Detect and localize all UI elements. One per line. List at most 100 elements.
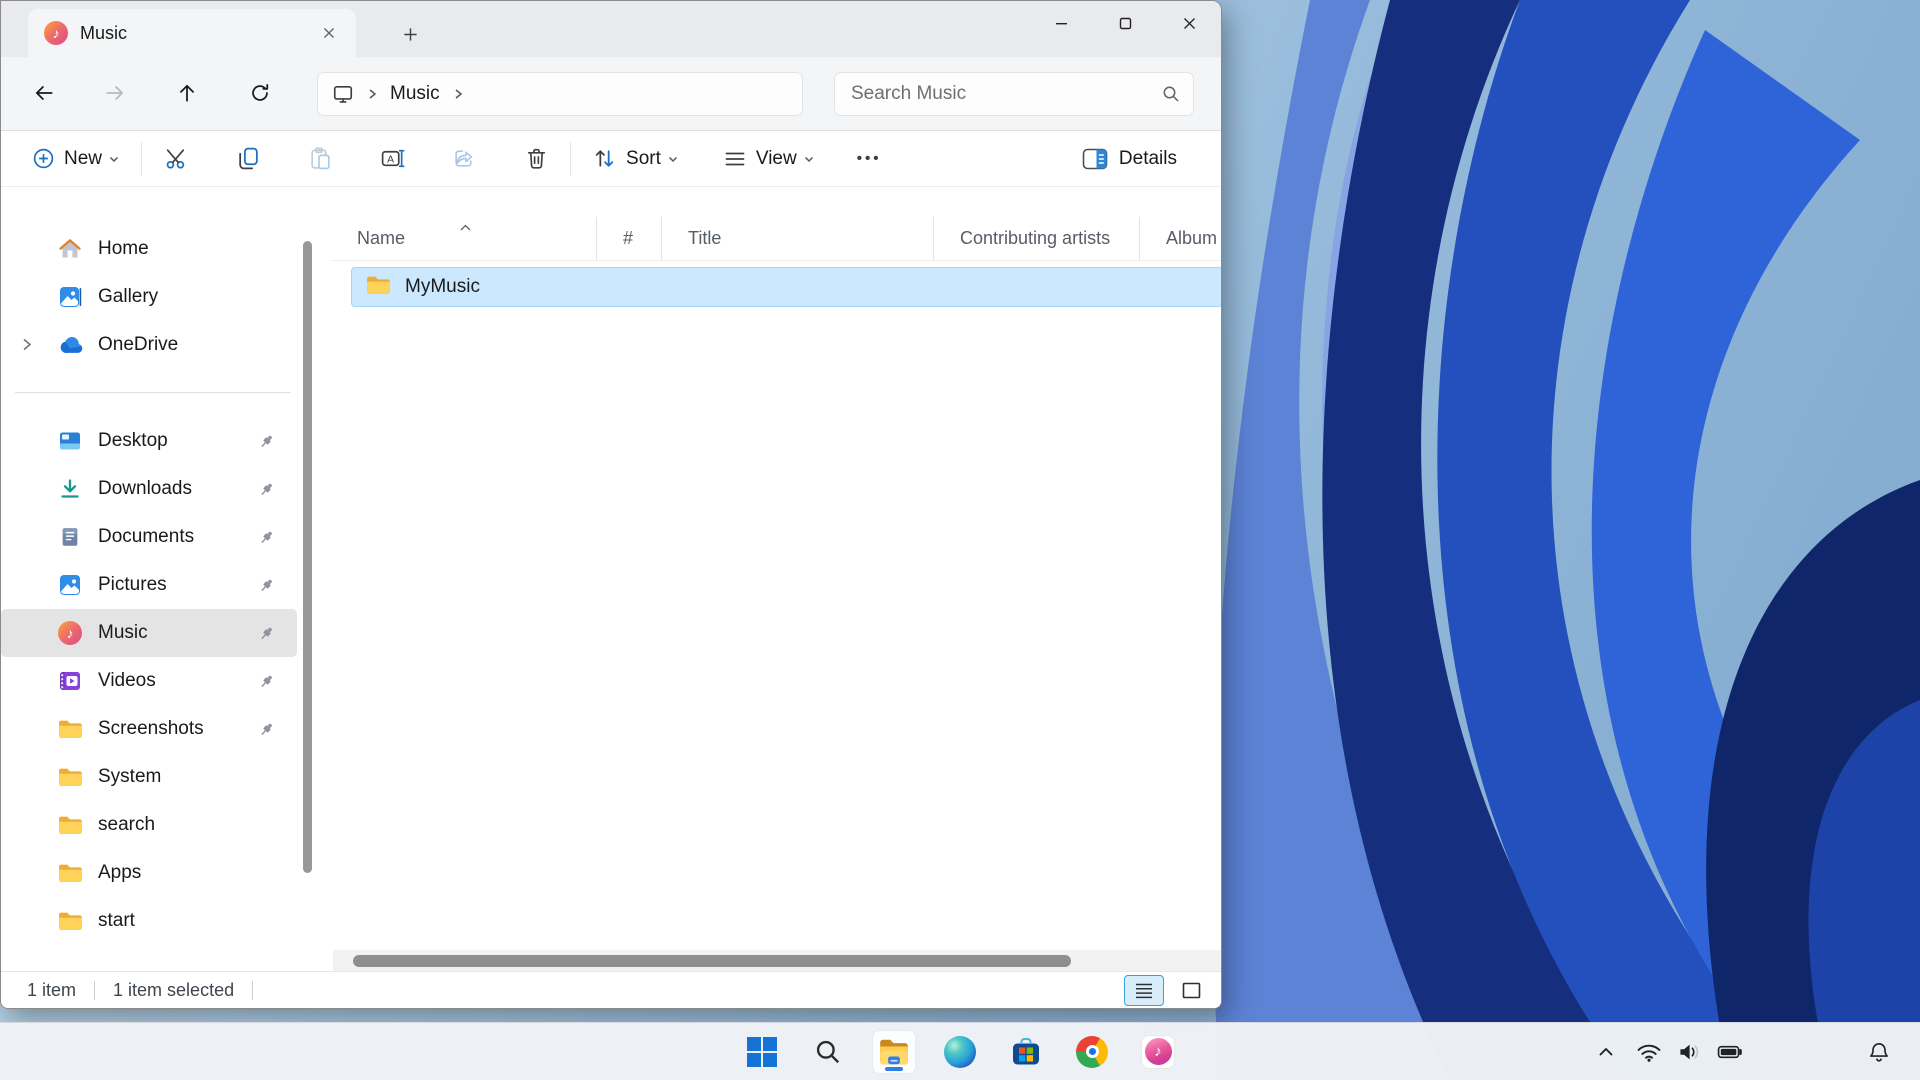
details-view-toggle[interactable] <box>1124 975 1164 1006</box>
sidebar-item-start[interactable]: start <box>1 897 297 945</box>
sort-button[interactable]: Sort <box>583 137 688 181</box>
sidebar-item-apps[interactable]: Apps <box>1 849 297 897</box>
sidebar-item-onedrive[interactable]: OneDrive <box>1 321 297 369</box>
plus-circle-icon <box>33 148 54 169</box>
share-button[interactable] <box>442 137 486 181</box>
minimize-button[interactable] <box>1029 1 1093 45</box>
edge-icon <box>944 1035 976 1068</box>
status-bar: 1 item 1 item selected <box>1 971 1221 1008</box>
tab-title: Music <box>80 22 128 43</box>
sidebar-item-videos[interactable]: Videos <box>1 657 297 705</box>
taskbar-store-button[interactable] <box>1004 1030 1048 1074</box>
new-button[interactable]: New <box>23 137 129 181</box>
column-header-album[interactable]: Album <box>1140 217 1221 260</box>
status-divider <box>252 981 254 1000</box>
sidebar-item-screenshots[interactable]: Screenshots <box>1 705 297 753</box>
view-button[interactable]: View <box>714 137 824 181</box>
videos-icon <box>57 668 83 694</box>
sidebar-divider <box>15 392 291 393</box>
back-button[interactable] <box>22 71 66 115</box>
delete-button[interactable] <box>514 137 558 181</box>
documents-icon <box>57 524 83 550</box>
explorer-tab-music[interactable]: ♪ Music <box>28 9 356 57</box>
rename-button[interactable]: A <box>370 137 414 181</box>
folder-icon <box>57 716 83 742</box>
more-options-button[interactable]: ••• <box>848 137 891 181</box>
search-input[interactable] <box>851 83 1161 105</box>
downloads-icon <box>57 476 83 502</box>
paste-icon <box>310 147 330 170</box>
folder-icon <box>57 764 83 790</box>
battery-icon <box>1717 1045 1742 1058</box>
itunes-icon: ♪ <box>1141 1034 1175 1069</box>
thumbnail-view-icon <box>1182 982 1200 999</box>
taskbar-itunes-button[interactable]: ♪ <box>1136 1030 1180 1074</box>
pictures-icon <box>57 572 83 598</box>
quick-settings-group[interactable] <box>1632 1023 1748 1080</box>
tray-chevron-up-button[interactable] <box>1588 1023 1624 1080</box>
copy-button[interactable] <box>226 137 270 181</box>
windows-logo-icon <box>747 1036 777 1067</box>
toolbar-divider <box>570 141 572 176</box>
sort-ascending-icon <box>459 216 472 237</box>
sidebar-item-system[interactable]: System <box>1 753 297 801</box>
taskbar-chrome-button[interactable] <box>1070 1030 1114 1074</box>
breadcrumb-music[interactable]: Music <box>390 83 440 105</box>
close-button[interactable] <box>1157 1 1221 45</box>
paste-button[interactable] <box>298 137 342 181</box>
taskbar-edge-button[interactable] <box>938 1030 982 1074</box>
chrome-icon <box>1076 1035 1108 1068</box>
search-icon[interactable] <box>1161 84 1181 104</box>
column-header-number[interactable]: # <box>597 217 662 260</box>
rename-icon: A <box>381 149 404 168</box>
taskbar-search-button[interactable] <box>806 1030 850 1074</box>
sidebar-scrollbar[interactable] <box>303 241 312 873</box>
item-count: 1 item <box>27 980 77 1000</box>
up-button[interactable] <box>165 71 209 115</box>
sidebar-item-downloads[interactable]: Downloads <box>1 465 297 513</box>
tab-close-icon[interactable] <box>314 18 344 48</box>
details-pane-button[interactable]: Details <box>1072 137 1187 181</box>
sidebar-item-pictures[interactable]: Pictures <box>1 561 297 609</box>
start-button[interactable] <box>740 1030 784 1074</box>
search-icon <box>816 1040 840 1063</box>
maximize-button[interactable] <box>1093 1 1157 45</box>
sidebar-item-home[interactable]: Home <box>1 225 297 273</box>
volume-icon <box>1680 1044 1699 1059</box>
cut-button[interactable] <box>154 137 198 181</box>
address-bar[interactable]: Music <box>317 72 803 116</box>
command-bar: New A Sort View ••• Details <box>1 130 1221 187</box>
titlebar: ♪ Music <box>1 1 1221 57</box>
folder-icon <box>57 908 83 934</box>
column-header-contributing-artists[interactable]: Contributing artists <box>934 217 1140 260</box>
forward-button[interactable] <box>93 71 137 115</box>
refresh-button[interactable] <box>238 71 282 115</box>
taskbar: ♪ <box>0 1022 1920 1080</box>
column-header-title[interactable]: Title <box>662 217 934 260</box>
search-box[interactable] <box>834 72 1194 116</box>
new-tab-button[interactable] <box>393 19 427 49</box>
music-folder-icon: ♪ <box>44 21 68 45</box>
sidebar-item-music[interactable]: ♪ Music <box>1 609 297 657</box>
thumbnail-view-toggle[interactable] <box>1171 975 1211 1006</box>
sidebar-item-search[interactable]: search <box>1 801 297 849</box>
sidebar-item-gallery[interactable]: Gallery <box>1 273 297 321</box>
column-header-name[interactable]: Name <box>331 217 597 260</box>
notification-bell-button[interactable] <box>1858 1023 1900 1080</box>
ellipsis-icon: ••• <box>856 150 882 167</box>
taskbar-file-explorer-button[interactable] <box>872 1029 916 1074</box>
sidebar-item-documents[interactable]: Documents <box>1 513 297 561</box>
file-row-mymusic[interactable]: MyMusic <box>351 267 1221 307</box>
sidebar-item-desktop[interactable]: Desktop <box>1 417 297 465</box>
details-view-icon <box>1136 983 1152 998</box>
pin-icon <box>258 529 275 551</box>
horizontal-scrollbar[interactable] <box>333 950 1221 972</box>
expand-chevron-icon[interactable] <box>19 337 34 357</box>
desktop-icon <box>57 428 83 454</box>
pin-icon <box>258 673 275 695</box>
view-icon <box>725 152 745 165</box>
window-controls <box>1029 1 1221 45</box>
microsoft-store-icon <box>1013 1037 1039 1064</box>
horizontal-scrollbar-thumb[interactable] <box>353 955 1071 967</box>
desktop-wallpaper-bloom <box>1212 0 1920 1080</box>
